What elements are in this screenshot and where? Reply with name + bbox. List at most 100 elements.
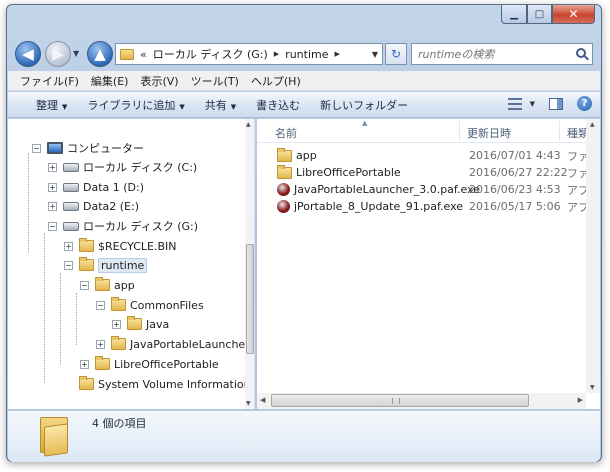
folder-icon [277,164,292,179]
expand-toggle[interactable]: + [48,201,57,211]
scroll-up-icon[interactable]: ▲ [590,121,595,128]
tree-item-recycle-bin[interactable]: + $RECYCLE.BIN [64,237,176,255]
refresh-button[interactable]: ↻ [385,43,407,65]
search-icon[interactable] [576,48,586,58]
details-pane: 4 個の項目 [8,410,600,462]
tree-guide-line [44,233,45,383]
file-list-horizontal-scrollbar[interactable]: ◀ ▶ [257,393,586,409]
caption-buttons: ▁ □ ✕ [501,5,595,24]
file-list-vertical-scrollbar[interactable]: ▲ ▼ [586,119,600,393]
back-button[interactable]: ◀ [15,41,41,67]
file-name-cell: app [277,147,317,162]
breadcrumb-runtime[interactable]: runtime [285,48,328,61]
scroll-right-icon[interactable]: ▶ [578,396,583,404]
collapse-toggle[interactable]: − [32,143,41,153]
tree-item-drive-g[interactable]: − ローカル ディスク (G:) [48,217,198,235]
folder-icon [120,48,134,60]
menu-file[interactable]: ファイル(F) [14,73,85,89]
collapse-toggle[interactable]: − [64,260,73,270]
folder-icon [127,316,142,330]
organize-label: 整理 [36,98,58,112]
menu-view[interactable]: 表示(V) [134,73,184,89]
expand-toggle[interactable]: + [64,241,73,251]
collapse-toggle[interactable]: − [48,221,57,231]
address-bar[interactable]: « ローカル ディスク (G:) ▶ runtime ▶ ▼ [115,43,383,65]
burn-button[interactable]: 書き込む [248,97,312,113]
drive-icon [63,182,79,192]
menu-edit[interactable]: 編集(E) [85,73,135,89]
forward-button[interactable]: ▶ [45,41,71,67]
tree-guide-line [60,273,61,365]
recent-pages-dropdown-icon[interactable]: ▼ [73,49,79,58]
column-divider[interactable] [459,121,460,141]
file-row[interactable]: LibreOfficePortable 2016/06/27 22:22 ファイ [257,164,600,181]
collapse-toggle[interactable]: − [80,280,89,290]
minimize-button[interactable]: ▁ [501,5,527,24]
column-header-modified[interactable]: 更新日時 [467,125,511,141]
tree-item-label: コンピューター [67,142,144,155]
address-dropdown-icon[interactable]: ▼ [372,50,378,59]
expand-toggle[interactable]: + [96,339,105,349]
navigation-pane: − コンピューター + ローカル ディスク (C:) + Data 1 (D:)… [8,119,255,409]
column-divider[interactable] [559,121,560,141]
column-header-name[interactable]: 名前 [275,125,297,141]
maximize-button[interactable]: □ [527,5,552,24]
scroll-up-icon[interactable]: ▲ [246,121,251,128]
breadcrumb-drive-g[interactable]: ローカル ディスク (G:) [153,46,268,62]
new-folder-button[interactable]: 新しいフォルダー [312,97,420,113]
folder-icon [79,376,94,390]
scroll-down-icon[interactable]: ▼ [246,400,251,407]
folder-icon [95,356,110,370]
tree-item-drive-d[interactable]: + Data 1 (D:) [48,178,144,196]
tree-item-label: Data2 (E:) [83,199,139,213]
search-input[interactable] [418,47,568,61]
navigation-pane-scrollbar[interactable]: ▲ ▼ [245,119,254,409]
tree-item-drive-c[interactable]: + ローカル ディスク (C:) [48,158,197,176]
file-row[interactable]: app 2016/07/01 4:43 ファイ [257,147,600,164]
scroll-left-icon[interactable]: ◀ [260,396,265,404]
file-name: app [296,149,317,162]
tree-item-label: ローカル ディスク (C:) [83,161,198,174]
tree-item-commonfiles[interactable]: − CommonFiles [96,296,204,314]
overflow-chevron-icon[interactable]: « [140,48,147,61]
add-to-library-button[interactable]: ライブラリに追加 ▼ [79,97,196,113]
file-row[interactable]: jPortable_8_Update_91.paf.exe 2016/05/17… [257,198,600,215]
tree-item-label: Java [146,317,170,331]
tree-item-computer[interactable]: − コンピューター [32,139,144,157]
tree-item-javaportablelauncher[interactable]: + JavaPortableLauncher [96,335,250,353]
close-button[interactable]: ✕ [552,5,595,24]
tree-item-label: app [114,278,135,292]
chevron-down-icon: ▼ [179,102,185,111]
tree-item-runtime[interactable]: − runtime [64,256,148,274]
file-row[interactable]: JavaPortableLauncher_3.0.paf.exe 2016/06… [257,181,600,198]
view-options-icon[interactable] [507,97,522,110]
chevron-down-icon[interactable]: ▼ [530,100,535,108]
expand-toggle[interactable]: + [48,162,57,172]
help-icon[interactable]: ? [577,96,592,111]
folder-front-shape [44,423,68,457]
scrollbar-thumb[interactable] [271,394,529,407]
scroll-down-icon[interactable]: ▼ [590,384,595,391]
breadcrumb-separator-icon[interactable]: ▶ [335,50,340,58]
file-name: jPortable_8_Update_91.paf.exe [294,200,464,213]
scrollbar-thumb[interactable] [246,244,254,354]
folder-icon [111,297,126,311]
preview-pane-icon[interactable] [549,97,563,110]
search-box[interactable] [411,43,593,65]
expand-toggle[interactable]: + [112,319,121,329]
menu-tools[interactable]: ツール(T) [185,73,245,89]
menu-bar: ファイル(F) 編集(E) 表示(V) ツール(T) ヘルプ(H) [8,71,600,91]
expand-toggle[interactable]: + [48,182,57,192]
tree-item-app[interactable]: − app [80,276,135,294]
collapse-toggle[interactable]: − [96,300,105,310]
menu-help[interactable]: ヘルプ(H) [245,73,307,89]
expand-toggle[interactable]: + [80,359,89,369]
tree-item-drive-e[interactable]: + Data2 (E:) [48,197,139,215]
share-button[interactable]: 共有 ▼ [197,97,248,113]
tree-item-java[interactable]: + Java [112,315,169,333]
up-button[interactable]: ▲ [87,41,113,67]
breadcrumb-separator-icon[interactable]: ▶ [274,50,279,58]
tree-item-system-volume-information[interactable]: System Volume Information [64,375,251,393]
tree-item-libreofficeportable[interactable]: + LibreOfficePortable [80,355,219,373]
organize-button[interactable]: 整理 ▼ [28,97,79,113]
